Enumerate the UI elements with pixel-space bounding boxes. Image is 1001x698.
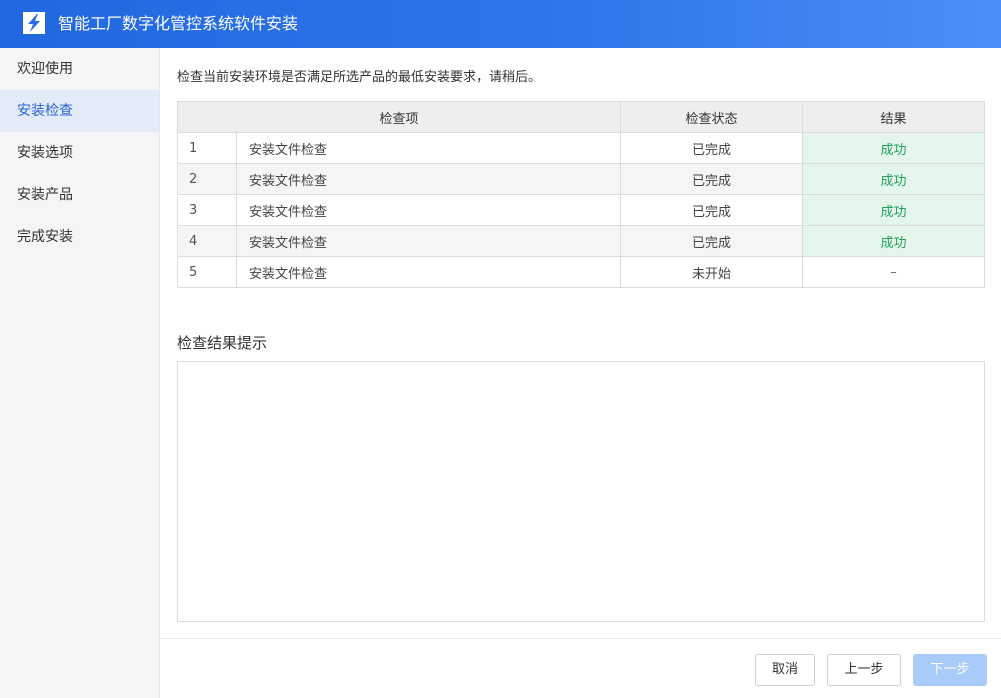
check-item-name: 安装文件检查 bbox=[236, 256, 621, 288]
table-row: 3 安装文件检查 已完成 成功 bbox=[177, 194, 985, 226]
table-row: 1 安装文件检查 已完成 成功 bbox=[177, 132, 985, 164]
column-header-status: 检查状态 bbox=[620, 101, 803, 133]
check-status: 已完成 bbox=[620, 225, 803, 257]
next-button[interactable]: 下一步 bbox=[913, 654, 987, 686]
result-section-title: 检查结果提示 bbox=[177, 334, 268, 352]
table-row: 4 安装文件检查 已完成 成功 bbox=[177, 225, 985, 257]
column-header-result: 结果 bbox=[802, 101, 985, 133]
cancel-button[interactable]: 取消 bbox=[755, 654, 815, 686]
row-number: 3 bbox=[177, 194, 237, 226]
check-result: 成功 bbox=[802, 132, 985, 164]
check-status: 已完成 bbox=[620, 163, 803, 195]
sidebar-item-finish-install[interactable]: 完成安装 bbox=[0, 216, 159, 258]
main-content: 检查当前安装环境是否满足所选产品的最低安装要求，请稍后。 检查项 检查状态 结果… bbox=[161, 48, 1001, 638]
app-title: 智能工厂数字化管控系统软件安装 bbox=[58, 14, 299, 33]
app-logo-icon bbox=[23, 12, 45, 34]
row-number: 4 bbox=[177, 225, 237, 257]
sidebar-item-install-options[interactable]: 安装选项 bbox=[0, 132, 159, 174]
check-result: 成功 bbox=[802, 163, 985, 195]
sidebar-item-install-check[interactable]: 安装检查 bbox=[0, 90, 159, 132]
title-bar: 智能工厂数字化管控系统软件安装 bbox=[0, 0, 1001, 48]
check-table: 检查项 检查状态 结果 1 安装文件检查 已完成 成功 2 安装文件检查 已完成… bbox=[177, 101, 985, 288]
check-item-name: 安装文件检查 bbox=[236, 132, 621, 164]
table-row: 5 安装文件检查 未开始 – bbox=[177, 256, 985, 288]
table-row: 2 安装文件检查 已完成 成功 bbox=[177, 163, 985, 195]
check-item-name: 安装文件检查 bbox=[236, 225, 621, 257]
sidebar: 欢迎使用 安装检查 安装选项 安装产品 完成安装 bbox=[0, 48, 160, 698]
footer: 取消 上一步 下一步 bbox=[161, 638, 1001, 698]
check-item-name: 安装文件检查 bbox=[236, 194, 621, 226]
check-result: – bbox=[802, 256, 985, 288]
previous-button[interactable]: 上一步 bbox=[827, 654, 901, 686]
row-number: 5 bbox=[177, 256, 237, 288]
check-item-name: 安装文件检查 bbox=[236, 163, 621, 195]
sidebar-item-welcome[interactable]: 欢迎使用 bbox=[0, 48, 159, 90]
column-header-item: 检查项 bbox=[177, 101, 621, 133]
intro-text: 检查当前安装环境是否满足所选产品的最低安装要求，请稍后。 bbox=[177, 70, 542, 85]
table-header-row: 检查项 检查状态 结果 bbox=[177, 101, 985, 133]
row-number: 2 bbox=[177, 163, 237, 195]
check-result: 成功 bbox=[802, 194, 985, 226]
check-status: 已完成 bbox=[620, 132, 803, 164]
check-status: 未开始 bbox=[620, 256, 803, 288]
check-result: 成功 bbox=[802, 225, 985, 257]
row-number: 1 bbox=[177, 132, 237, 164]
result-message-box[interactable] bbox=[177, 361, 985, 622]
check-status: 已完成 bbox=[620, 194, 803, 226]
sidebar-item-install-product[interactable]: 安装产品 bbox=[0, 174, 159, 216]
